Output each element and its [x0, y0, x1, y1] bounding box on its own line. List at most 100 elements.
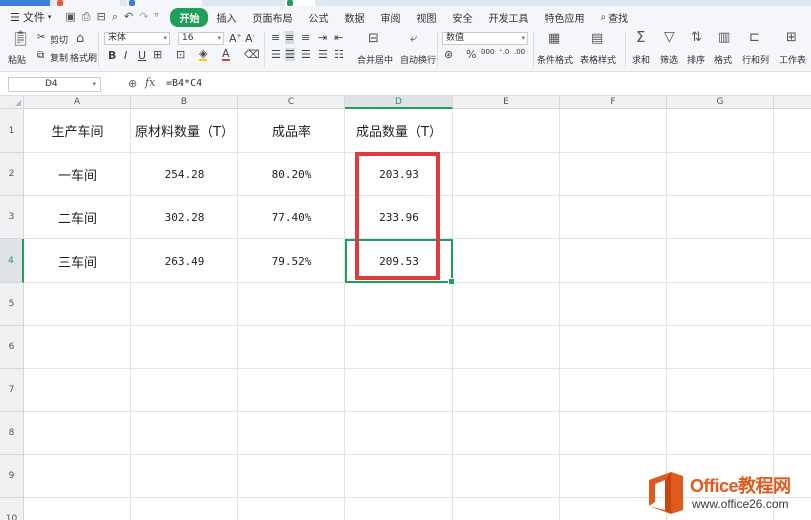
thousands-button[interactable]: 000	[481, 48, 494, 56]
fill-color-icon[interactable]: ◈	[199, 48, 208, 61]
paste-button[interactable]: 粘贴	[8, 53, 26, 66]
row-header-4[interactable]: 4	[0, 239, 24, 283]
row-header-7[interactable]: 7	[0, 369, 24, 412]
table-style-button[interactable]: 表格样式	[580, 53, 616, 66]
zoom-icon[interactable]: ⊕	[128, 77, 137, 90]
scissors-icon[interactable]: ✂	[37, 32, 45, 43]
column-header-e[interactable]: E	[453, 96, 560, 109]
currency-icon[interactable]: ⊛	[444, 48, 453, 61]
increase-decimal-icon[interactable]: ⁺.0	[499, 48, 509, 56]
tab-features[interactable]: 特色应用	[536, 10, 592, 25]
indent-icon[interactable]: ⇥	[318, 31, 327, 44]
outdent-icon[interactable]: ⇤	[334, 31, 343, 44]
cell-c3[interactable]: 77.40%	[238, 196, 345, 239]
align-middle-icon[interactable]: ≡	[285, 31, 295, 44]
font-size-select[interactable]: 16 ▾	[178, 32, 224, 45]
format-icon[interactable]: ▥	[718, 31, 730, 44]
tab-home[interactable]: 开始	[170, 7, 209, 27]
cell-a2[interactable]: 一车间	[24, 153, 131, 196]
align-right-icon[interactable]: ☰	[301, 48, 311, 61]
align-top-icon[interactable]: ≡	[271, 31, 280, 44]
formula-input[interactable]: =B4*C4	[166, 78, 202, 89]
rows-cols-icon[interactable]: ⊏	[749, 31, 760, 44]
file-menu[interactable]: ☰ 文件 ▾	[10, 9, 51, 25]
cell-d1[interactable]: 成品数量（T）	[345, 109, 453, 152]
tab-formulas[interactable]: 公式	[300, 10, 336, 25]
column-header-b[interactable]: B	[131, 96, 238, 109]
row-header-10[interactable]: 10	[0, 498, 24, 520]
cell-b1[interactable]: 原材料数量（T）	[131, 109, 238, 152]
save-icon[interactable]: ▣	[65, 10, 75, 24]
align-left-icon[interactable]: ☰	[271, 48, 281, 61]
cell-a4[interactable]: 三车间	[24, 239, 131, 283]
tab-insert[interactable]: 插入	[208, 10, 244, 25]
cell-c2[interactable]: 80.20%	[238, 153, 345, 196]
cell-c4[interactable]: 79.52%	[238, 239, 345, 283]
row-header-8[interactable]: 8	[0, 412, 24, 455]
row-header-3[interactable]: 3	[0, 196, 24, 239]
undo-icon[interactable]: ↶	[124, 10, 133, 24]
column-header-a[interactable]: A	[24, 96, 131, 109]
column-header-c[interactable]: C	[238, 96, 345, 109]
format-painter-icon[interactable]: ⌂	[76, 32, 84, 45]
merge-center-button[interactable]: 合并居中	[357, 53, 393, 66]
search-button[interactable]: ⌕ 查找	[600, 10, 628, 25]
tab-data[interactable]: 数据	[336, 10, 372, 25]
borders-icon[interactable]: ⊞	[153, 48, 162, 61]
worksheet-button[interactable]: 工作表	[779, 53, 806, 66]
align-center-icon[interactable]: ☰	[285, 48, 295, 61]
format-painter-button[interactable]: 格式刷	[70, 51, 97, 64]
row-header-9[interactable]: 9	[0, 455, 24, 498]
cell-b2[interactable]: 254.28	[131, 153, 238, 196]
conditional-format-icon[interactable]: ▦	[548, 32, 560, 45]
shrink-font-icon[interactable]: A-	[245, 32, 255, 45]
cell-a1[interactable]: 生产车间	[24, 109, 131, 152]
bold-icon[interactable]: B	[108, 49, 116, 62]
wrap-text-icon[interactable]: ⤶	[410, 32, 417, 45]
table-style-icon[interactable]: ▤	[591, 32, 603, 45]
sort-button[interactable]: 排序	[687, 53, 705, 66]
redo-icon[interactable]: ↷	[139, 10, 148, 24]
number-format-select[interactable]: 数值 ▾	[442, 32, 528, 45]
rows-cols-button[interactable]: 行和列	[742, 53, 769, 66]
sum-button[interactable]: 求和	[632, 53, 650, 66]
name-box[interactable]: D4 ▾	[8, 77, 101, 92]
row-header-6[interactable]: 6	[0, 326, 24, 369]
column-header-g[interactable]: G	[667, 96, 774, 109]
sum-icon[interactable]: Σ	[636, 30, 645, 45]
font-color-icon[interactable]: A	[222, 48, 230, 61]
filter-button[interactable]: 筛选	[660, 53, 678, 66]
insert-function-button[interactable]: fx	[145, 76, 155, 89]
font-name-select[interactable]: 宋体 ▾	[104, 32, 170, 45]
cell-b4[interactable]: 263.49	[131, 239, 238, 283]
cell-style-icon[interactable]: ⊡	[176, 48, 185, 61]
percent-button[interactable]: %	[466, 48, 476, 61]
export-pdf-icon[interactable]: ⎙	[82, 10, 91, 24]
justify-icon[interactable]: ☰	[318, 48, 328, 61]
align-bottom-icon[interactable]: ≡	[301, 31, 310, 44]
paste-icon[interactable]: 📋︎	[11, 31, 30, 46]
decrease-decimal-icon[interactable]: .00	[514, 48, 525, 56]
select-all-corner[interactable]	[0, 96, 24, 109]
grow-font-icon[interactable]: A+	[229, 32, 242, 45]
conditional-format-button[interactable]: 条件格式	[537, 53, 573, 66]
wrap-text-button[interactable]: 自动换行	[400, 53, 436, 66]
tab-page-layout[interactable]: 页面布局	[244, 10, 300, 25]
column-header-d[interactable]: D	[345, 96, 453, 109]
cell-b3[interactable]: 302.28	[131, 196, 238, 239]
italic-icon[interactable]: I	[124, 49, 127, 62]
cell-a3[interactable]: 二车间	[24, 196, 131, 239]
sheet-grid[interactable]: A B C D E F G 1 2 3 4 5 6 7 8 9 10 生产车间 …	[0, 96, 811, 520]
cut-button[interactable]: 剪切	[50, 33, 68, 46]
format-button[interactable]: 格式	[714, 53, 732, 66]
filter-icon[interactable]: ▽	[664, 30, 675, 44]
tab-review[interactable]: 审阅	[372, 10, 408, 25]
underline-icon[interactable]: U	[138, 49, 146, 62]
worksheet-icon[interactable]: ⊞	[786, 31, 797, 44]
customize-icon[interactable]: ▿	[154, 10, 158, 24]
column-header-h[interactable]	[774, 96, 811, 109]
merge-cells-icon[interactable]: ⊟	[368, 32, 379, 45]
print-icon[interactable]: ⊟	[97, 10, 106, 24]
row-header-2[interactable]: 2	[0, 153, 24, 196]
copy-button[interactable]: 复制	[50, 51, 68, 64]
